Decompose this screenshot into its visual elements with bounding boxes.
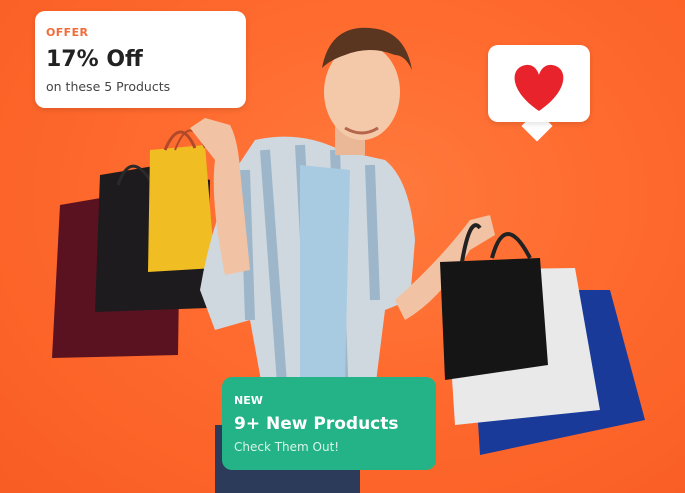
hero-banner: OFFER 17% Off on these 5 Products NEW 9+… bbox=[0, 0, 685, 493]
new-products-card[interactable]: NEW 9+ New Products Check Them Out! bbox=[222, 377, 436, 470]
favorite-bubble[interactable] bbox=[488, 45, 590, 142]
offer-tag: OFFER bbox=[46, 26, 89, 39]
offer-title: 17% Off bbox=[46, 47, 143, 72]
tshirt bbox=[300, 165, 350, 385]
bubble-box bbox=[488, 45, 590, 122]
black-bag-right bbox=[440, 258, 548, 380]
new-products-title: 9+ New Products bbox=[234, 414, 399, 434]
offer-subtitle: on these 5 Products bbox=[46, 79, 171, 94]
new-tag: NEW bbox=[234, 394, 263, 407]
heart-icon bbox=[514, 64, 564, 111]
yellow-bag bbox=[148, 145, 215, 272]
check-them-out-link[interactable]: Check Them Out! bbox=[234, 440, 339, 454]
offer-card[interactable]: OFFER 17% Off on these 5 Products bbox=[35, 11, 246, 108]
